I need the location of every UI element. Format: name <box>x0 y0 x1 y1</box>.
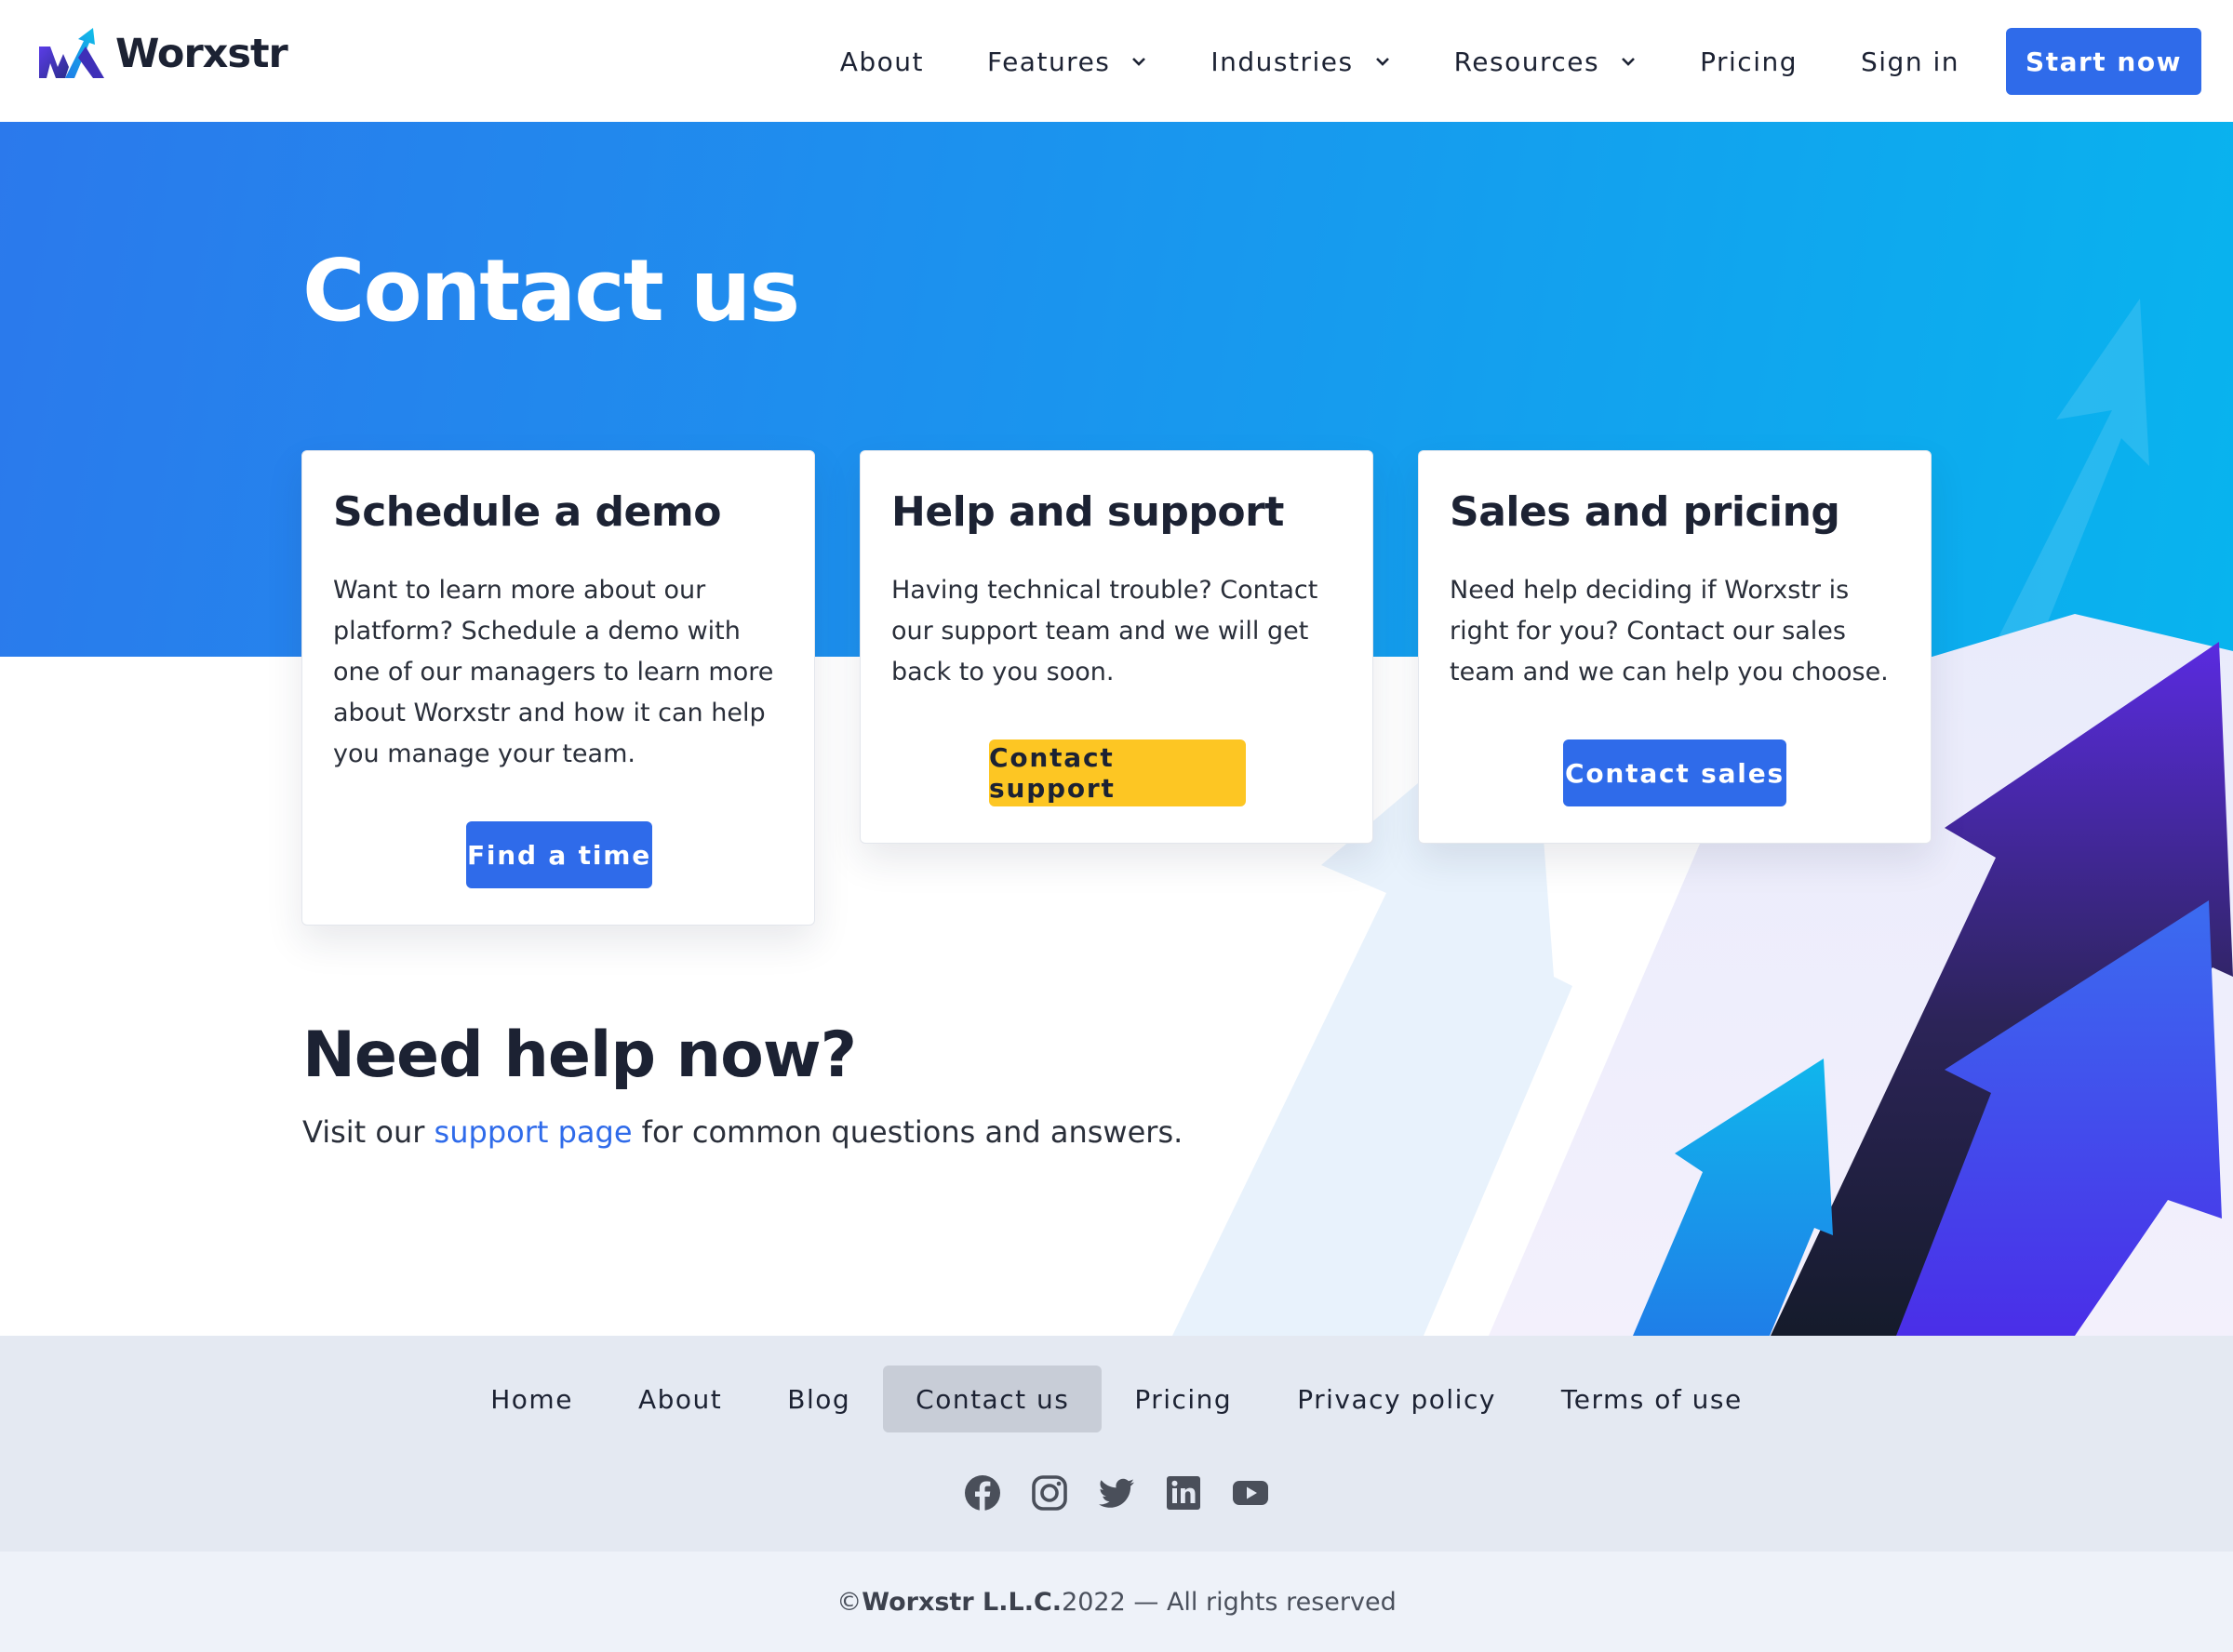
footer-nav: Home About Blog Contact us Pricing Priva… <box>0 1366 2233 1432</box>
social-links <box>0 1473 2233 1512</box>
facebook-icon[interactable] <box>963 1473 1002 1512</box>
site-footer: Home About Blog Contact us Pricing Priva… <box>0 1336 2233 1552</box>
main-nav: About Features Industries Resources Pric… <box>840 28 2201 95</box>
brand-name: Worxstr <box>115 31 288 77</box>
find-a-time-button[interactable]: Find a time <box>466 821 652 888</box>
youtube-icon[interactable] <box>1231 1473 1270 1512</box>
support-page-link[interactable]: support page <box>435 1114 633 1150</box>
nav-sign-in[interactable]: Sign in <box>1861 47 1959 77</box>
start-now-button[interactable]: Start now <box>2006 28 2201 95</box>
chevron-down-icon <box>1622 58 1636 66</box>
site-header: Worxstr About Features Industries Resour… <box>0 0 2233 122</box>
footer-link-terms-of-use[interactable]: Terms of use <box>1529 1366 1775 1432</box>
card-description: Want to learn more about our platform? S… <box>333 576 774 768</box>
card-title: Help and support <box>891 488 1284 536</box>
footer-link-home[interactable]: Home <box>458 1366 606 1432</box>
linkedin-icon[interactable] <box>1164 1473 1203 1512</box>
footer-link-blog[interactable]: Blog <box>755 1366 883 1432</box>
need-help-text-before: Visit our <box>302 1114 435 1150</box>
contact-sales-button[interactable]: Contact sales <box>1563 739 1786 806</box>
card-schedule-demo: Schedule a demo Want to learn more about… <box>301 450 815 926</box>
copyright-prefix: © <box>836 1587 862 1617</box>
nav-resources-label: Resources <box>1453 46 1600 77</box>
card-title: Sales and pricing <box>1450 488 1840 536</box>
footer-link-privacy-policy[interactable]: Privacy policy <box>1264 1366 1529 1432</box>
nav-features[interactable]: Features <box>987 47 1147 77</box>
card-description: Having technical trouble? Contact our su… <box>891 576 1318 686</box>
card-sales-pricing: Sales and pricing Need help deciding if … <box>1418 450 1932 844</box>
copyright-suffix: 2022 — All rights reserved <box>1062 1587 1397 1617</box>
card-help-support: Help and support Having technical troubl… <box>860 450 1373 844</box>
need-help-text: Visit our support page for common questi… <box>302 1114 1183 1150</box>
nav-about[interactable]: About <box>840 47 924 77</box>
contact-support-button[interactable]: Contact support <box>989 739 1246 806</box>
nav-about-label: About <box>839 46 924 77</box>
instagram-icon[interactable] <box>1030 1473 1069 1512</box>
chevron-down-icon <box>1375 58 1389 66</box>
nav-features-label: Features <box>987 46 1111 77</box>
copyright-company: Worxstr L.L.C. <box>862 1587 1063 1617</box>
nav-pricing[interactable]: Pricing <box>1700 47 1798 77</box>
card-title: Schedule a demo <box>333 488 721 536</box>
nav-industries[interactable]: Industries <box>1210 47 1390 77</box>
twitter-icon[interactable] <box>1097 1473 1136 1512</box>
nav-sign-in-label: Sign in <box>1861 46 1959 77</box>
need-help-heading: Need help now? <box>302 1019 857 1092</box>
nav-industries-label: Industries <box>1210 46 1354 77</box>
decorative-arrow-icon <box>1988 299 2149 657</box>
chevron-down-icon <box>1132 58 1146 66</box>
worxstr-logo-icon <box>39 28 104 78</box>
nav-resources[interactable]: Resources <box>1454 47 1638 77</box>
card-description: Need help deciding if Worxstr is right f… <box>1450 576 1889 686</box>
footer-link-contact-us[interactable]: Contact us <box>883 1366 1103 1432</box>
brand-logo[interactable]: Worxstr <box>37 26 288 82</box>
footer-link-about[interactable]: About <box>606 1366 755 1432</box>
copyright-bar: © Worxstr L.L.C. 2022 — All rights reser… <box>0 1552 2233 1652</box>
nav-pricing-label: Pricing <box>1700 46 1798 77</box>
need-help-text-after: for common questions and answers. <box>632 1114 1183 1150</box>
page-title: Contact us <box>302 241 800 340</box>
footer-link-pricing[interactable]: Pricing <box>1102 1366 1264 1432</box>
